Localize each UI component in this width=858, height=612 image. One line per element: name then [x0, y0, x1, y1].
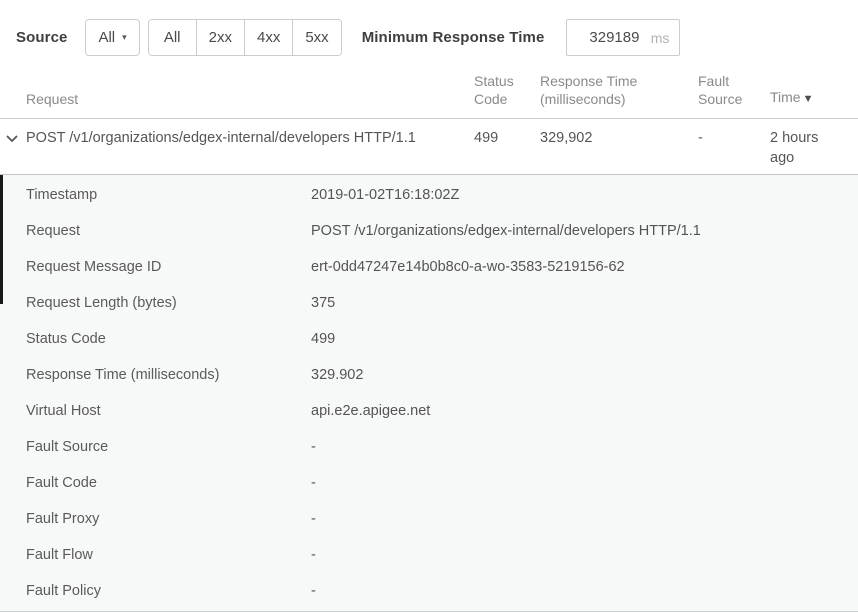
- filter-bar: Source All ▾ All 2xx 4xx 5xx Minimum Res…: [0, 0, 858, 62]
- detail-row-request-length: Request Length (bytes) 375: [0, 285, 858, 321]
- column-header-status-code: Status Code: [474, 72, 540, 108]
- ms-unit-label: ms: [651, 30, 670, 46]
- detail-label: Request Length (bytes): [0, 295, 311, 311]
- detail-value: -: [311, 547, 316, 563]
- detail-label: Timestamp: [0, 187, 311, 203]
- detail-row-response-time: Response Time (milliseconds) 329.902: [0, 357, 858, 393]
- chevron-down-icon: ▾: [122, 33, 127, 42]
- log-table-row[interactable]: POST /v1/organizations/edgex-internal/de…: [0, 119, 858, 174]
- table-header: Request Status Code Response Time (milli…: [0, 62, 858, 119]
- log-detail-panel: Timestamp 2019-01-02T16:18:02Z Request P…: [0, 174, 858, 612]
- detail-label: Fault Source: [0, 439, 311, 455]
- detail-label: Request Message ID: [0, 259, 311, 275]
- chevron-down-icon[interactable]: [4, 132, 20, 146]
- row-fault-source: -: [698, 128, 770, 168]
- source-dropdown[interactable]: All ▾: [85, 19, 139, 56]
- detail-row-fault-flow: Fault Flow -: [0, 537, 858, 573]
- row-status-code: 499: [474, 128, 540, 168]
- source-dropdown-value: All: [98, 29, 115, 46]
- status-filter-5xx[interactable]: 5xx: [292, 20, 340, 55]
- detail-value: ert-0dd47247e14b0b8c0-a-wo-3583-5219156-…: [311, 259, 625, 275]
- column-header-response-time: Response Time (milliseconds): [540, 72, 698, 108]
- detail-label: Virtual Host: [0, 403, 311, 419]
- min-response-time-input[interactable]: [567, 29, 650, 46]
- detail-value: -: [311, 511, 316, 527]
- row-response-time: 329,902: [540, 128, 698, 168]
- column-header-time[interactable]: Time▼: [770, 88, 858, 108]
- detail-value: 499: [311, 331, 335, 347]
- row-time: 2 hours ago: [770, 128, 858, 168]
- detail-row-fault-policy: Fault Policy -: [0, 573, 858, 609]
- detail-value: 2019-01-02T16:18:02Z: [311, 187, 459, 203]
- status-filter-4xx[interactable]: 4xx: [244, 20, 292, 55]
- detail-value: 375: [311, 295, 335, 311]
- detail-label: Fault Flow: [0, 547, 311, 563]
- min-response-time-field: ms: [566, 19, 680, 56]
- detail-row-request: Request POST /v1/organizations/edgex-int…: [0, 213, 858, 249]
- detail-value: -: [311, 439, 316, 455]
- status-filter-2xx[interactable]: 2xx: [196, 20, 244, 55]
- detail-value: 329.902: [311, 367, 363, 383]
- status-code-filter: All 2xx 4xx 5xx: [148, 19, 342, 56]
- detail-value: -: [311, 475, 316, 491]
- detail-row-timestamp: Timestamp 2019-01-02T16:18:02Z: [0, 177, 858, 213]
- detail-row-fault-source: Fault Source -: [0, 429, 858, 465]
- detail-value: POST /v1/organizations/edgex-internal/de…: [311, 223, 701, 239]
- detail-row-virtual-host: Virtual Host api.e2e.apigee.net: [0, 393, 858, 429]
- detail-row-request-message-id: Request Message ID ert-0dd47247e14b0b8c0…: [0, 249, 858, 285]
- column-header-fault-source: Fault Source: [698, 72, 770, 108]
- detail-row-fault-code: Fault Code -: [0, 465, 858, 501]
- detail-label: Fault Proxy: [0, 511, 311, 527]
- detail-row-fault-proxy: Fault Proxy -: [0, 501, 858, 537]
- scrollbar-thumb[interactable]: [0, 175, 3, 304]
- detail-value: api.e2e.apigee.net: [311, 403, 430, 419]
- status-filter-all[interactable]: All: [149, 20, 196, 55]
- detail-label: Status Code: [0, 331, 311, 347]
- detail-label: Fault Code: [0, 475, 311, 491]
- row-request: POST /v1/organizations/edgex-internal/de…: [0, 128, 474, 168]
- detail-label: Request: [0, 223, 311, 239]
- sort-desc-icon: ▼: [803, 93, 814, 105]
- detail-value: -: [311, 583, 316, 599]
- detail-row-status-code: Status Code 499: [0, 321, 858, 357]
- source-label: Source: [16, 29, 67, 46]
- detail-label: Response Time (milliseconds): [0, 367, 311, 383]
- min-response-time-label: Minimum Response Time: [362, 29, 545, 46]
- column-header-request: Request: [0, 90, 474, 108]
- detail-label: Fault Policy: [0, 583, 311, 599]
